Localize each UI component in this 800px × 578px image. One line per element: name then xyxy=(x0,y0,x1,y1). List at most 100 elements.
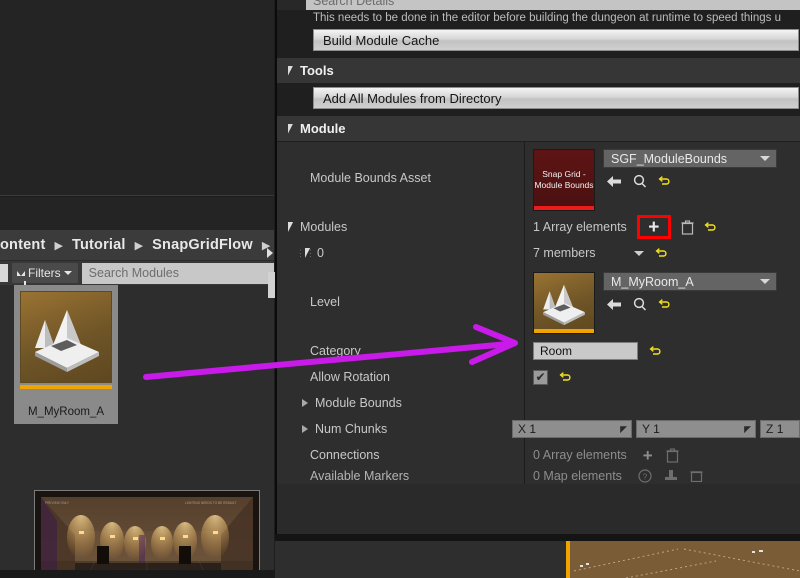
arrow-left-icon[interactable] xyxy=(606,175,622,188)
label-modules-text: Modules xyxy=(300,220,347,234)
drag-arrows-icon[interactable]: ◤ xyxy=(744,424,751,435)
empty-left-panel xyxy=(0,0,274,196)
num-chunks-y-field[interactable]: Y 1 ◤ xyxy=(636,420,756,438)
chevron-down-icon xyxy=(64,271,72,275)
row-num-chunks: Num Chunks X 1 ◤ Y 1 ◤ xyxy=(277,416,800,442)
row-level: Level xyxy=(277,266,800,338)
reset-arrow-icon[interactable] xyxy=(704,221,717,234)
chevron-down-icon xyxy=(760,156,770,161)
num-chunks-x-value: 1 xyxy=(529,422,536,436)
trash-icon[interactable] xyxy=(666,448,679,463)
category-input[interactable]: Room xyxy=(533,342,638,360)
panel-splitter-handle[interactable] xyxy=(268,272,275,298)
toolbar-edge-stub xyxy=(0,264,8,282)
label-module-bounds-text: Module Bounds xyxy=(315,396,402,410)
bottom-left-edge xyxy=(0,570,275,578)
details-panel: Search Details This needs to be done in … xyxy=(275,0,800,540)
svg-text:PREVIEW ONLY: PREVIEW ONLY xyxy=(45,501,70,505)
triangle-collapsed-icon xyxy=(302,425,308,433)
module-bounds-asset-thumbnail-text: Snap Grid - Module Bounds xyxy=(534,169,594,191)
panel-expand-arrow-icon[interactable] xyxy=(267,248,273,258)
asset-tile-m-myroom-a[interactable]: M_MyRoom_A xyxy=(14,285,118,424)
build-module-cache-button[interactable]: Build Module Cache xyxy=(313,29,799,51)
filters-button[interactable]: Filters xyxy=(12,263,78,283)
breadcrumb-item-content[interactable]: ontent xyxy=(0,237,46,253)
chevron-down-icon[interactable] xyxy=(634,251,644,256)
plus-icon: + xyxy=(648,218,659,237)
label-num-chunks-text: Num Chunks xyxy=(315,422,387,436)
level-asset-thumbnail[interactable] xyxy=(533,272,595,334)
module-bounds-asset-value: SGF_ModuleBounds xyxy=(611,152,727,166)
axis-label-x: X xyxy=(518,422,526,436)
reset-arrow-icon[interactable] xyxy=(655,247,668,260)
footer-left-dark xyxy=(275,541,566,578)
add-map-entry-icon[interactable] xyxy=(664,470,678,482)
module-bounds-asset-thumbnail[interactable]: Snap Grid - Module Bounds xyxy=(533,149,595,211)
row-module-bounds-asset: Module Bounds Asset Snap Grid - Module B… xyxy=(277,142,800,214)
row-available-markers: Available Markers 0 Map elements ? xyxy=(277,468,800,484)
drag-handle-dots-icon[interactable]: ⋮⋮ xyxy=(296,250,305,257)
allow-rotation-checkbox[interactable]: ✔ xyxy=(533,370,548,385)
trash-icon[interactable] xyxy=(690,470,703,482)
label-category: Category xyxy=(277,344,524,358)
left-panel-gap xyxy=(0,197,274,230)
module-bounds-asset-picker[interactable]: SGF_ModuleBounds xyxy=(603,149,777,168)
details-body: This needs to be done in the editor befo… xyxy=(277,10,800,540)
row-allow-rotation: Allow Rotation ✔ xyxy=(277,364,800,390)
search-details-input[interactable]: Search Details xyxy=(306,0,800,10)
viewport-fragment xyxy=(566,541,800,578)
magnifier-icon[interactable] xyxy=(633,297,647,311)
category-header-tools[interactable]: Tools xyxy=(277,58,800,84)
num-chunks-z-value: 1 xyxy=(777,422,784,436)
breadcrumb-item-tutorial[interactable]: Tutorial xyxy=(72,237,126,253)
modules-array-count: 1 Array elements xyxy=(533,220,627,234)
magnifier-icon[interactable] xyxy=(633,174,647,188)
asset-type-accent-bar xyxy=(20,385,112,389)
reset-arrow-icon[interactable] xyxy=(658,298,671,311)
row-module-bounds: Module Bounds xyxy=(277,390,800,416)
editor-screenshot: ontent ▶ Tutorial ▶ SnapGridFlow ▶ Filte… xyxy=(0,0,800,578)
content-browser-panel: ontent ▶ Tutorial ▶ SnapGridFlow ▶ Filte… xyxy=(0,230,274,578)
num-chunks-y-value: 1 xyxy=(653,422,660,436)
level-asset-value: M_MyRoom_A xyxy=(611,275,694,289)
available-markers-map-count: 0 Map elements xyxy=(533,469,622,483)
breadcrumb-item-snapgridflow[interactable]: SnapGridFlow xyxy=(152,237,253,253)
reset-arrow-icon[interactable] xyxy=(559,371,572,384)
label-modules[interactable]: Modules xyxy=(277,220,524,234)
breadcrumb: ontent ▶ Tutorial ▶ SnapGridFlow ▶ xyxy=(0,230,274,260)
row-modules-array: Modules 1 Array elements + xyxy=(277,214,800,240)
triangle-collapsed-icon xyxy=(302,399,308,407)
triangle-expanded-icon xyxy=(288,124,293,134)
num-chunks-z-field[interactable]: Z 1 xyxy=(760,420,800,438)
category-label-tools: Tools xyxy=(300,63,334,78)
label-num-chunks[interactable]: Num Chunks xyxy=(277,422,512,436)
add-all-modules-from-directory-button[interactable]: Add All Modules from Directory xyxy=(313,87,799,109)
trash-icon[interactable] xyxy=(681,220,694,235)
drag-arrows-icon[interactable]: ◤ xyxy=(620,424,627,435)
search-modules-input[interactable]: Search Modules xyxy=(82,263,274,284)
build-cache-description: This needs to be done in the editor befo… xyxy=(277,10,800,26)
num-chunks-x-field[interactable]: X 1 ◤ xyxy=(512,420,632,438)
breadcrumb-separator-icon: ▶ xyxy=(135,239,143,252)
level-asset-picker[interactable]: M_MyRoom_A xyxy=(603,272,777,291)
category-label-module: Module xyxy=(300,121,346,136)
arrow-left-icon[interactable] xyxy=(606,298,622,311)
add-array-element-button[interactable]: + xyxy=(637,215,671,239)
funnel-icon xyxy=(17,271,25,276)
chevron-down-icon xyxy=(760,279,770,284)
category-header-module[interactable]: Module xyxy=(277,116,800,142)
label-module-bounds-asset: Module Bounds Asset xyxy=(277,171,524,185)
content-browser-toolbar: Filters Search Modules xyxy=(0,261,274,285)
reset-arrow-icon[interactable] xyxy=(658,175,671,188)
help-icon[interactable]: ? xyxy=(638,469,652,483)
svg-text:LIGHTING NEEDS TO BE REBUILT: LIGHTING NEEDS TO BE REBUILT xyxy=(185,501,236,505)
asset-tile-label: M_MyRoom_A xyxy=(14,406,118,418)
axis-label-y: Y xyxy=(642,422,650,436)
label-module-bounds[interactable]: Module Bounds xyxy=(277,396,524,410)
asset-tile-area: M_MyRoom_A xyxy=(0,285,274,578)
plus-icon[interactable]: + xyxy=(643,447,653,464)
label-module-index[interactable]: ⋮⋮ 0 xyxy=(277,246,524,260)
label-module-index-text: 0 xyxy=(317,246,324,260)
level-preview-viewport: PREVIEW ONLY LIGHTING NEEDS TO BE REBUIL… xyxy=(34,490,260,578)
reset-arrow-icon[interactable] xyxy=(649,345,662,358)
